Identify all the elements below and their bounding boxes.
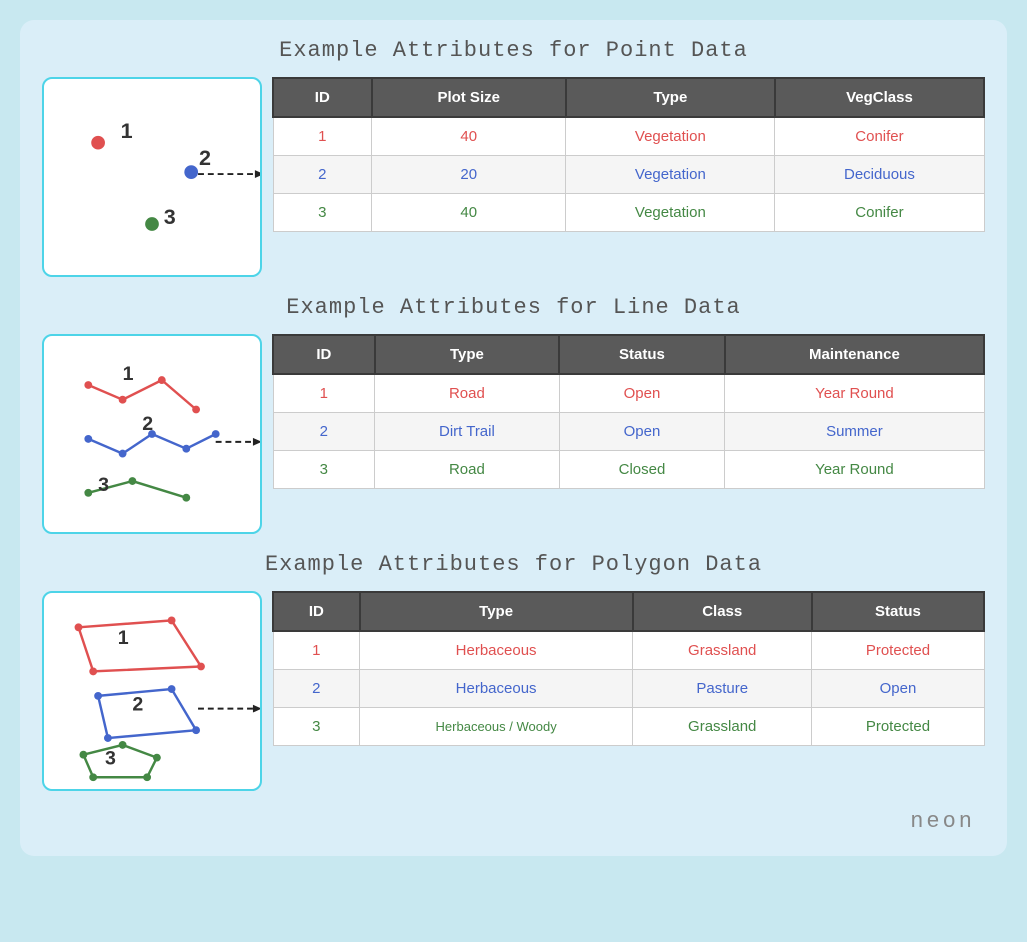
point-plotsize-1: 40 [372,117,566,156]
table-row: 3 Road Closed Year Round [273,451,984,489]
table-row: 3 Herbaceous / Woody Grassland Protected [273,708,984,746]
line-id-1: 1 [273,374,375,413]
polygon-type-2: Herbaceous [360,670,633,708]
neon-logo: neon [42,809,985,834]
point-map: 1 2 3 [42,77,262,277]
point-type-1: Vegetation [566,117,775,156]
point-header-vegclass: VegClass [775,78,984,117]
line-maintenance-1: Year Round [725,374,984,413]
polygon-status-3: Protected [812,708,984,746]
polygon-id-2: 2 [273,670,360,708]
line-type-3: Road [375,451,559,489]
table-row: 1 Herbaceous Grassland Protected [273,631,984,670]
polygon-class-2: Pasture [633,670,812,708]
svg-text:1: 1 [123,363,134,385]
line-status-3: Closed [559,451,725,489]
point-section: Example Attributes for Point Data 1 2 3 [42,38,985,277]
point-type-3: Vegetation [566,194,775,232]
svg-text:1: 1 [118,627,129,649]
polygon-row: 1 2 [42,591,985,791]
outer-container: Example Attributes for Point Data 1 2 3 [20,20,1007,856]
line-row: 1 2 3 [42,334,985,534]
point-vegclass-3: Conifer [775,194,984,232]
point-id-2: 2 [273,156,372,194]
polygon-class-3: Grassland [633,708,812,746]
polygon-header-class: Class [633,592,812,631]
point-type-2: Vegetation [566,156,775,194]
line-status-1: Open [559,374,725,413]
point-plotsize-3: 40 [372,194,566,232]
point-header-type: Type [566,78,775,117]
polygon-table: ID Type Class Status 1 Herbaceous Grassl… [272,591,985,746]
line-maintenance-2: Summer [725,413,984,451]
polygon-map: 1 2 [42,591,262,791]
polygon-type-1: Herbaceous [360,631,633,670]
table-row: 1 Road Open Year Round [273,374,984,413]
svg-text:2: 2 [132,694,143,716]
polygon-section: Example Attributes for Polygon Data 1 [42,552,985,791]
svg-text:2: 2 [142,413,153,435]
point-row: 1 2 3 ID Plot Size [42,77,985,277]
polygon-id-3: 3 [273,708,360,746]
point-header-plotsize: Plot Size [372,78,566,117]
point-vegclass-2: Deciduous [775,156,984,194]
table-row: 1 40 Vegetation Conifer [273,117,984,156]
point-header-id: ID [273,78,372,117]
table-row: 2 20 Vegetation Deciduous [273,156,984,194]
point-id-1: 1 [273,117,372,156]
polygon-title: Example Attributes for Polygon Data [42,552,985,577]
svg-text:3: 3 [164,204,176,229]
polygon-header-status: Status [812,592,984,631]
svg-text:3: 3 [98,474,109,496]
point-vegclass-1: Conifer [775,117,984,156]
line-maintenance-3: Year Round [725,451,984,489]
polygon-header-id: ID [273,592,360,631]
line-header-status: Status [559,335,725,374]
point-id-3: 3 [273,194,372,232]
line-map: 1 2 3 [42,334,262,534]
point-plotsize-2: 20 [372,156,566,194]
line-type-1: Road [375,374,559,413]
line-section: Example Attributes for Line Data 1 [42,295,985,534]
line-header-maintenance: Maintenance [725,335,984,374]
polygon-status-2: Open [812,670,984,708]
table-row: 2 Herbaceous Pasture Open [273,670,984,708]
line-id-2: 2 [273,413,375,451]
point-table: ID Plot Size Type VegClass 1 40 Vegetati… [272,77,985,232]
polygon-header-type: Type [360,592,633,631]
line-header-type: Type [375,335,559,374]
svg-text:2: 2 [199,145,211,170]
polygon-type-3: Herbaceous / Woody [360,708,633,746]
line-type-2: Dirt Trail [375,413,559,451]
line-title: Example Attributes for Line Data [42,295,985,320]
line-table: ID Type Status Maintenance 1 Road Open Y… [272,334,985,489]
table-row: 2 Dirt Trail Open Summer [273,413,984,451]
polygon-id-1: 1 [273,631,360,670]
line-header-id: ID [273,335,375,374]
polygon-class-1: Grassland [633,631,812,670]
svg-text:3: 3 [105,748,116,770]
point-title: Example Attributes for Point Data [42,38,985,63]
line-status-2: Open [559,413,725,451]
polygon-status-1: Protected [812,631,984,670]
svg-text:1: 1 [121,118,133,143]
line-id-3: 3 [273,451,375,489]
table-row: 3 40 Vegetation Conifer [273,194,984,232]
